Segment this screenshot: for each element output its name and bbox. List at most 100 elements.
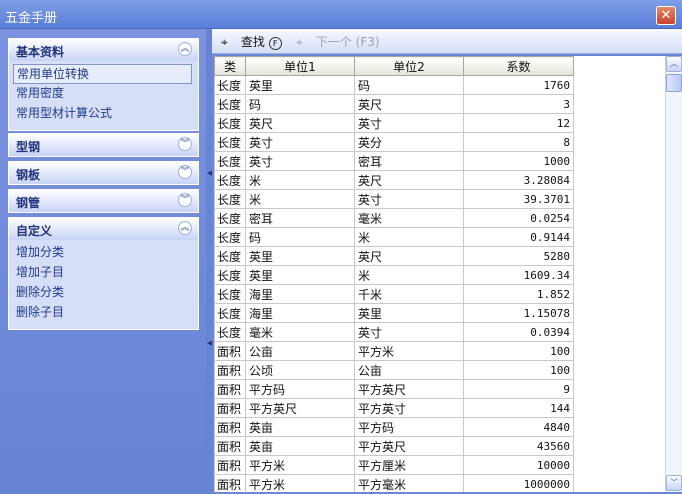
- table-row[interactable]: 长度 英尺 英寸 12: [214, 113, 574, 133]
- cell-category[interactable]: 长度: [214, 246, 246, 266]
- cell-unit1[interactable]: 英寸: [245, 132, 355, 152]
- cell-unit1[interactable]: 平方码: [245, 379, 355, 399]
- group-header-custom[interactable]: 自定义 ︽: [9, 218, 198, 240]
- table-row[interactable]: 长度码米 0.9144: [214, 227, 574, 247]
- chevron-up-icon[interactable]: ︽: [178, 221, 192, 235]
- group-header-basic-info[interactable]: 基本资料 ︽: [9, 39, 198, 61]
- sidebar-item-add-category[interactable]: 增加分类: [9, 243, 198, 263]
- cell-unit2[interactable]: 英尺: [354, 94, 464, 114]
- cell-unit1[interactable]: 平方米: [245, 455, 355, 475]
- cell-factor[interactable]: 9: [463, 379, 574, 399]
- cell-category[interactable]: 长度: [214, 227, 246, 247]
- cell-unit1[interactable]: 英亩: [245, 436, 355, 456]
- cell-unit2[interactable]: 平方米: [354, 341, 464, 361]
- cell-factor[interactable]: 8: [463, 132, 574, 152]
- cell-category[interactable]: 面积: [214, 474, 246, 492]
- column-header-unit2[interactable]: 单位2: [354, 56, 464, 76]
- close-button[interactable]: ✕: [656, 6, 676, 25]
- cell-unit2[interactable]: 平方英寸: [354, 398, 464, 418]
- cell-category[interactable]: 长度: [214, 132, 246, 152]
- cell-category[interactable]: 面积: [214, 379, 246, 399]
- find-button[interactable]: ⌖ 查找 F: [221, 33, 282, 50]
- cell-unit2[interactable]: 公亩: [354, 360, 464, 380]
- cell-unit2[interactable]: 英寸: [354, 189, 464, 209]
- cell-category[interactable]: 面积: [214, 436, 246, 456]
- sidebar-item-delete-subitem[interactable]: 删除子目: [9, 303, 198, 323]
- table-row[interactable]: 长度 海里 千米 1.852: [214, 284, 574, 304]
- table-row[interactable]: 面积 英亩 平方码 4840: [214, 417, 574, 437]
- cell-unit2[interactable]: 英里: [354, 303, 464, 323]
- cell-unit1[interactable]: 英寸: [245, 151, 355, 171]
- cell-factor[interactable]: 1000000: [463, 474, 574, 492]
- cell-unit1[interactable]: 码: [245, 94, 355, 114]
- chevron-down-icon[interactable]: ︾: [178, 193, 192, 207]
- cell-unit1[interactable]: 英亩: [245, 417, 355, 437]
- table-row[interactable]: 长度 英里米 1609.34: [214, 265, 574, 285]
- cell-category[interactable]: 面积: [214, 360, 246, 380]
- cell-unit1[interactable]: 海里: [245, 303, 355, 323]
- cell-unit2[interactable]: 英寸: [354, 322, 464, 342]
- group-header-steel-pipe[interactable]: 钢管 ︾: [9, 190, 198, 212]
- cell-category[interactable]: 长度: [214, 303, 246, 323]
- cell-unit2[interactable]: 平方码: [354, 417, 464, 437]
- cell-unit1[interactable]: 英里: [245, 265, 355, 285]
- cell-factor[interactable]: 12: [463, 113, 574, 133]
- cell-unit1[interactable]: 英里: [245, 75, 355, 95]
- cell-factor[interactable]: 1.15078: [463, 303, 574, 323]
- cell-factor[interactable]: 100: [463, 341, 574, 361]
- table-row[interactable]: 面积 英亩 平方英尺 43560: [214, 436, 574, 456]
- cell-category[interactable]: 面积: [214, 398, 246, 418]
- table-row[interactable]: 长度米英尺 3.28084: [214, 170, 574, 190]
- cell-category[interactable]: 长度: [214, 75, 246, 95]
- cell-factor[interactable]: 1000: [463, 151, 574, 171]
- sidebar-item-unit-conversion[interactable]: 常用单位转换: [13, 64, 192, 84]
- cell-factor[interactable]: 3: [463, 94, 574, 114]
- sidebar-item-density[interactable]: 常用密度: [9, 84, 198, 104]
- cell-unit2[interactable]: 平方英尺: [354, 379, 464, 399]
- cell-category[interactable]: 长度: [214, 265, 246, 285]
- cell-unit2[interactable]: 毫米: [354, 208, 464, 228]
- cell-unit2[interactable]: 英寸: [354, 113, 464, 133]
- sidebar-item-add-subitem[interactable]: 增加子目: [9, 263, 198, 283]
- table-row[interactable]: 长度 英里 英尺 5280: [214, 246, 574, 266]
- cell-unit1[interactable]: 米: [245, 170, 355, 190]
- cell-category[interactable]: 长度: [214, 284, 246, 304]
- vertical-scrollbar[interactable]: ︿ ﹀: [665, 56, 682, 492]
- cell-category[interactable]: 长度: [214, 170, 246, 190]
- table-row[interactable]: 长度 英里码 1760: [214, 75, 574, 95]
- cell-unit2[interactable]: 千米: [354, 284, 464, 304]
- cell-unit2[interactable]: 平方英尺: [354, 436, 464, 456]
- cell-unit1[interactable]: 公顷: [245, 360, 355, 380]
- column-header-unit1[interactable]: 单位1: [245, 56, 355, 76]
- cell-category[interactable]: 面积: [214, 455, 246, 475]
- sidebar-item-delete-category[interactable]: 删除分类: [9, 283, 198, 303]
- cell-factor[interactable]: 1609.34: [463, 265, 574, 285]
- chevron-down-icon[interactable]: ︾: [178, 165, 192, 179]
- table-row[interactable]: 长度 英寸 密耳 1000: [214, 151, 574, 171]
- cell-factor[interactable]: 0.0394: [463, 322, 574, 342]
- cell-unit2[interactable]: 码: [354, 75, 464, 95]
- cell-factor[interactable]: 10000: [463, 455, 574, 475]
- cell-category[interactable]: 长度: [214, 208, 246, 228]
- table-row[interactable]: 长度米英寸 39.3701: [214, 189, 574, 209]
- cell-unit1[interactable]: 码: [245, 227, 355, 247]
- cell-unit2[interactable]: 平方厘米: [354, 455, 464, 475]
- table-row[interactable]: 长度 海里 英里 1.15078: [214, 303, 574, 323]
- cell-unit2[interactable]: 英分: [354, 132, 464, 152]
- cell-unit1[interactable]: 英尺: [245, 113, 355, 133]
- cell-unit1[interactable]: 毫米: [245, 322, 355, 342]
- table-row[interactable]: 长度 密耳 毫米 0.0254: [214, 208, 574, 228]
- cell-factor[interactable]: 1.852: [463, 284, 574, 304]
- cell-unit2[interactable]: 米: [354, 265, 464, 285]
- cell-category[interactable]: 长度: [214, 189, 246, 209]
- sidebar-item-profile-formula[interactable]: 常用型材计算公式: [9, 104, 198, 124]
- cell-unit2[interactable]: 米: [354, 227, 464, 247]
- cell-category[interactable]: 面积: [214, 341, 246, 361]
- cell-unit1[interactable]: 海里: [245, 284, 355, 304]
- table-row[interactable]: 面积 平方码 平方英尺 9: [214, 379, 574, 399]
- cell-unit2[interactable]: 平方毫米: [354, 474, 464, 492]
- cell-category[interactable]: 长度: [214, 113, 246, 133]
- cell-unit1[interactable]: 英里: [245, 246, 355, 266]
- table-row[interactable]: 面积 平方米 平方厘米 10000: [214, 455, 574, 475]
- cell-factor[interactable]: 1760: [463, 75, 574, 95]
